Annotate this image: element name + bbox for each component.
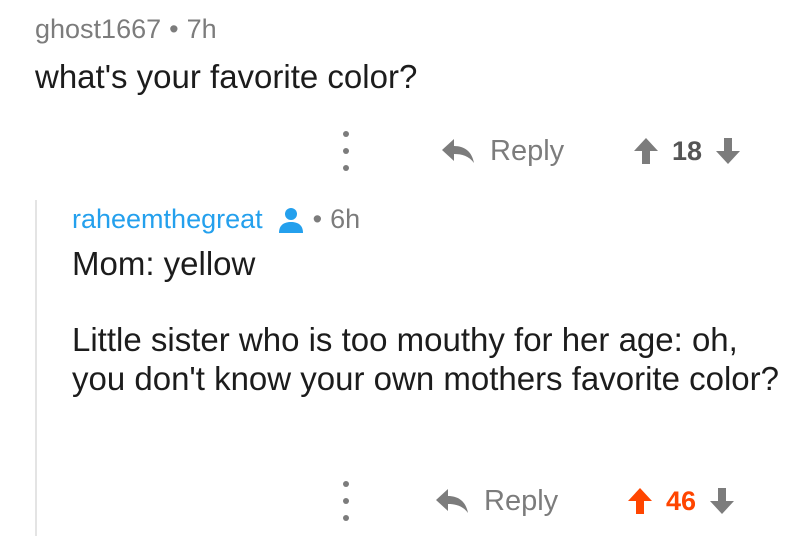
- comment-body: what's your favorite color?: [35, 58, 418, 95]
- comment-meta: ghost1667 • 7h: [35, 14, 217, 45]
- downvote-arrow-icon[interactable]: [714, 136, 742, 166]
- comment-timestamp: 7h: [186, 14, 217, 44]
- reply-arrow-icon: [436, 489, 468, 513]
- meta-separator: •: [169, 14, 179, 44]
- downvote-arrow-icon[interactable]: [708, 486, 736, 516]
- meta-separator: •: [312, 204, 323, 234]
- reply-label: Reply: [490, 134, 565, 167]
- reply-button[interactable]: Reply: [434, 479, 558, 523]
- upvote-arrow-icon[interactable]: [626, 486, 654, 516]
- comment-paragraph: Little sister who is too mouthy for her …: [72, 321, 779, 397]
- more-options-icon[interactable]: [340, 131, 352, 171]
- reply-label: Reply: [484, 484, 559, 517]
- vote-controls: 46: [626, 479, 736, 523]
- vote-controls: 18: [632, 129, 742, 173]
- more-options-icon[interactable]: [340, 481, 352, 521]
- reply-arrow-icon: [442, 139, 474, 163]
- comment-author[interactable]: ghost1667: [35, 14, 161, 44]
- upvote-arrow-icon[interactable]: [632, 136, 660, 166]
- comment-timestamp: 6h: [330, 204, 361, 234]
- comment-actions: Reply 18: [0, 125, 800, 175]
- vote-score: 18: [672, 135, 703, 166]
- reply-button[interactable]: Reply: [440, 129, 564, 173]
- comment-meta: raheemthegreat • 6h: [72, 204, 360, 235]
- comment-actions: Reply 46: [0, 475, 800, 525]
- comment-body: Mom: yellow Little sister who is too mou…: [72, 244, 787, 398]
- user-icon: [277, 206, 305, 234]
- parent-comment: ghost1667 • 7h what's your favorite color?…: [0, 0, 800, 190]
- vote-score: 46: [666, 485, 697, 516]
- comment-author[interactable]: raheemthegreat: [72, 204, 263, 235]
- comment-paragraph: Mom: yellow: [72, 245, 256, 282]
